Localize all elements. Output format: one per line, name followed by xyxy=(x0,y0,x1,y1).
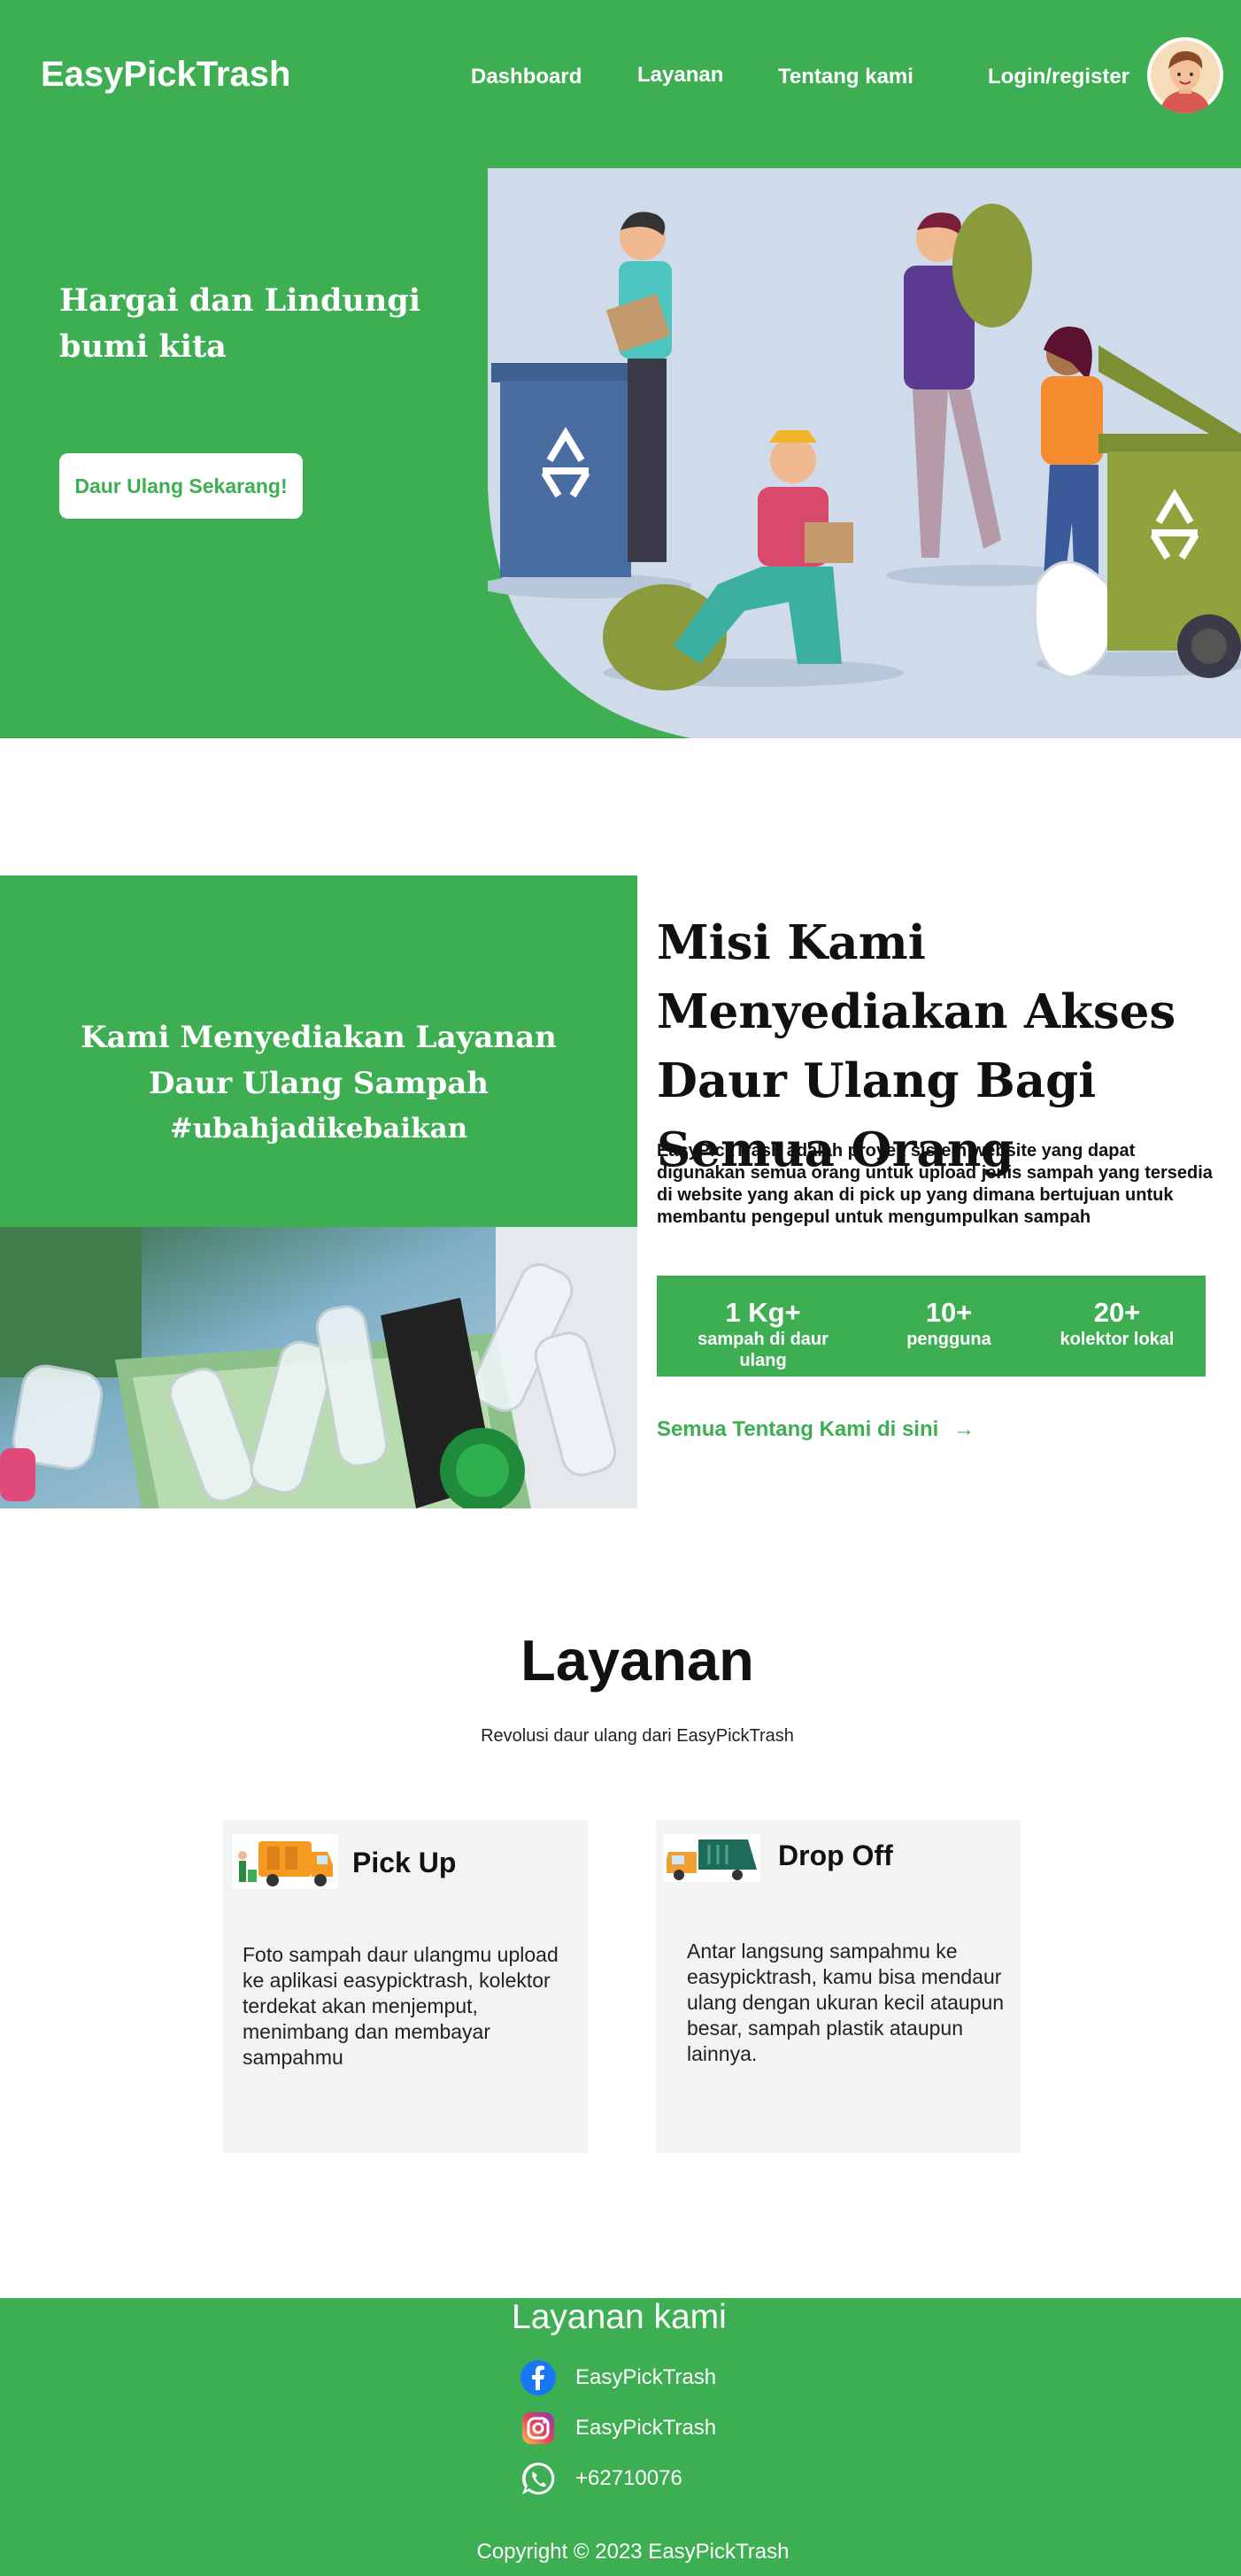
brand-logo[interactable]: EasyPickTrash xyxy=(41,55,290,95)
footer-facebook-link[interactable]: EasyPickTrash xyxy=(519,2358,716,2397)
recycle-now-button[interactable]: Daur Ulang Sekarang! xyxy=(59,453,303,519)
garbage-truck-icon xyxy=(663,1834,760,1882)
avatar-illustration xyxy=(1151,41,1220,113)
service-card-pickup[interactable]: Pick Up Foto sampah daur ulangmu upload … xyxy=(223,1820,588,2153)
footer-facebook-text: EasyPickTrash xyxy=(575,2365,717,2389)
stat-recycled-label: sampah di daur ulang xyxy=(698,1330,829,1370)
about-us-link-label: Semua Tentang Kami di sini xyxy=(657,1417,939,1441)
mission-description: EasyPickTrash adalah proyek sistem websi… xyxy=(657,1141,1213,1227)
footer-whatsapp-link[interactable]: +62710076 xyxy=(519,2459,682,2498)
services-subtitle: Revolusi daur ulang dari EasyPickTrash xyxy=(481,1726,794,1746)
pickup-truck-icon xyxy=(232,1834,338,1889)
service-dropoff-title: Drop Off xyxy=(778,1839,893,1871)
stats-panel: 1 Kg+ sampah di daur ulang 10+ pengguna … xyxy=(657,1276,1206,1377)
login-register-link[interactable]: Login/register xyxy=(988,65,1129,89)
service-dropoff-description: Antar langsung sampahmu ke easypicktrash… xyxy=(687,1940,1005,2065)
footer: Layanan kami EasyPickTrash EasyPickTrash… xyxy=(0,2298,1241,2576)
service-pickup-title: Pick Up xyxy=(352,1847,457,1878)
hero-recycling-illustration xyxy=(479,168,1241,738)
services-title: Layanan xyxy=(520,1628,754,1693)
user-avatar[interactable] xyxy=(1147,37,1223,113)
facebook-icon xyxy=(519,2358,558,2397)
service-card-dropoff[interactable]: Drop Off Antar langsung sampahmu ke easy… xyxy=(656,1820,1021,2153)
mission-hashtag: #ubahjadikebaikan xyxy=(169,1113,468,1145)
nav-link-layanan[interactable]: Layanan xyxy=(637,63,723,88)
hero-title: Hargai dan Lindungi bumi kita xyxy=(59,282,421,365)
stat-collectors: 20+ kolektor lokal xyxy=(1046,1297,1188,1350)
stat-users-value: 10+ xyxy=(925,1297,973,1328)
plastic-bottles-photo xyxy=(0,1227,637,1508)
arrow-right-icon: → xyxy=(952,1417,975,1441)
stat-collectors-value: 20+ xyxy=(1093,1297,1141,1328)
service-pickup-description: Foto sampah daur ulangmu upload ke aplik… xyxy=(243,1943,559,2069)
footer-instagram-link[interactable]: EasyPickTrash xyxy=(519,2409,716,2448)
mission-banner-line2: Daur Ulang Sampah xyxy=(149,1066,489,1101)
mission-banner: Kami Menyediakan Layanan Daur Ulang Samp… xyxy=(0,875,637,1227)
stat-users: 10+ pengguna xyxy=(887,1297,1011,1350)
instagram-icon xyxy=(519,2409,558,2448)
stat-users-label: pengguna xyxy=(906,1330,991,1349)
copyright-text: Copyright © 2023 EasyPickTrash xyxy=(476,2540,790,2564)
nav-link-tentang-kami[interactable]: Tentang kami xyxy=(778,65,913,89)
stat-recycled: 1 Kg+ sampah di daur ulang xyxy=(674,1297,852,1371)
hero-section: EasyPickTrash Dashboard Layanan Tentang … xyxy=(0,0,1241,738)
footer-whatsapp-text: +62710076 xyxy=(575,2466,682,2490)
nav-link-dashboard[interactable]: Dashboard xyxy=(471,65,582,89)
whatsapp-icon xyxy=(519,2459,558,2498)
mission-banner-line1: Kami Menyediakan Layanan xyxy=(81,1020,557,1055)
stat-collectors-label: kolektor lokal xyxy=(1060,1330,1175,1349)
footer-instagram-text: EasyPickTrash xyxy=(575,2416,717,2440)
about-us-link[interactable]: Semua Tentang Kami di sini → xyxy=(657,1417,975,1442)
footer-title: Layanan kami xyxy=(512,2298,727,2336)
stat-recycled-value: 1 Kg+ xyxy=(725,1297,801,1328)
